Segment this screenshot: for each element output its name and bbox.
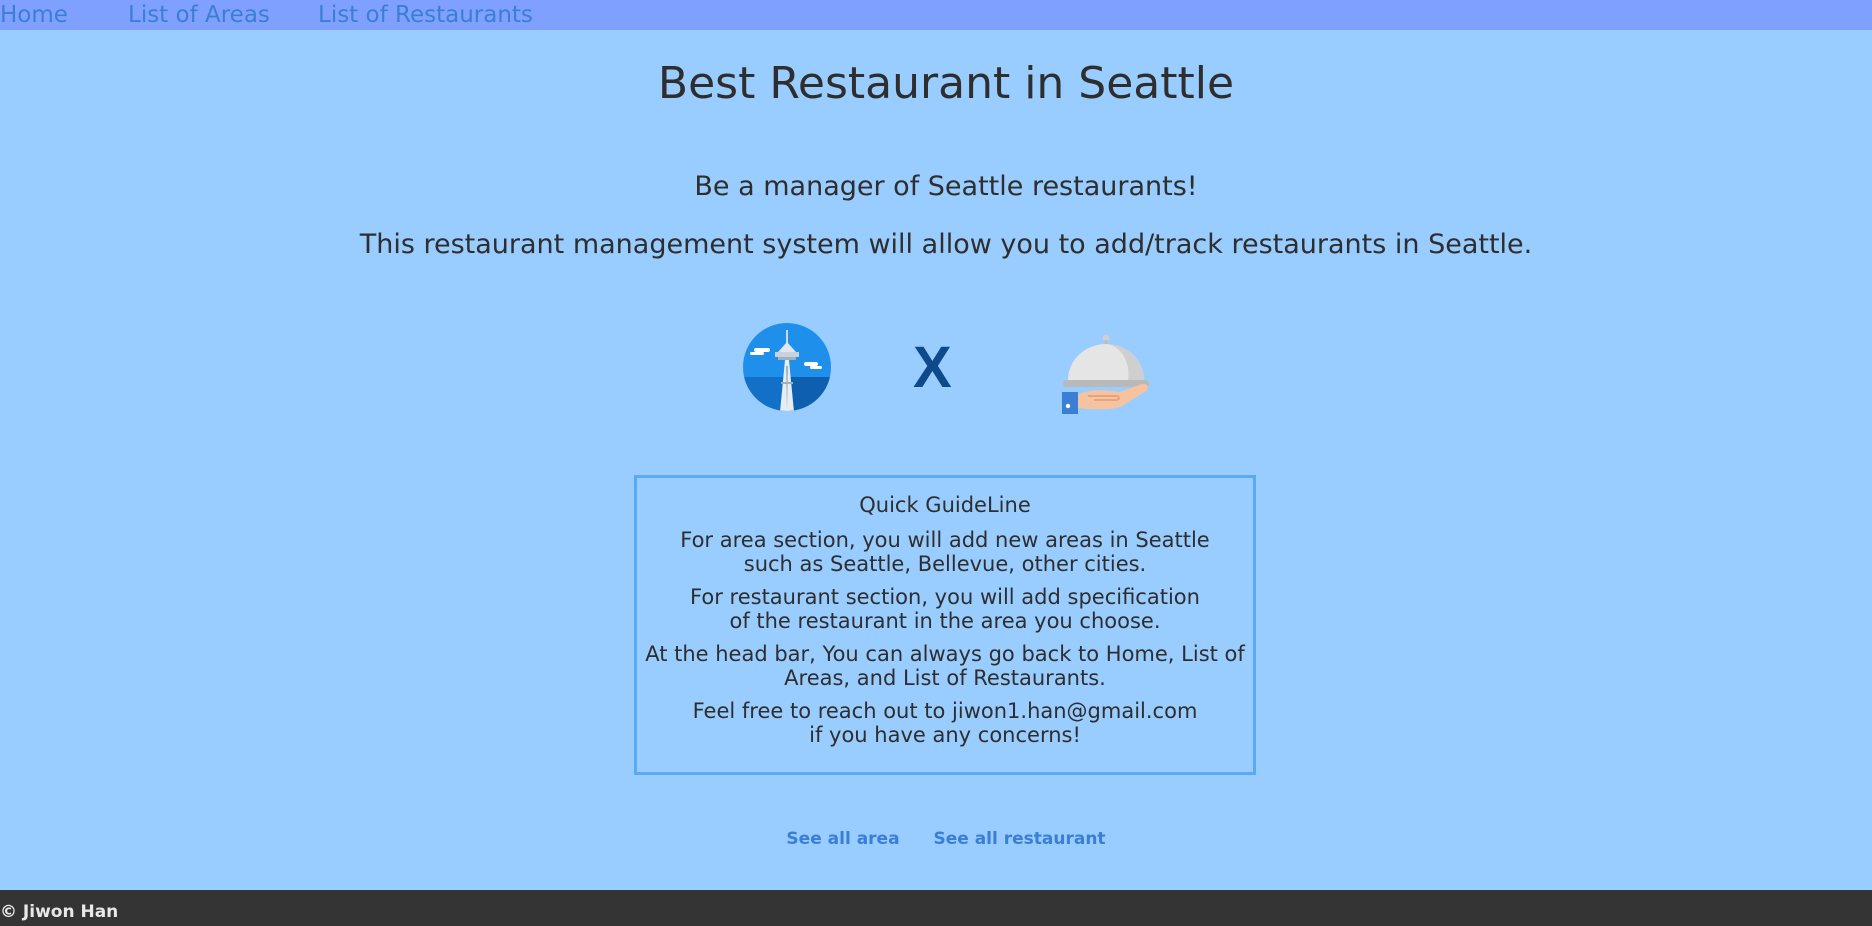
nav-restaurants-link[interactable]: List of Restaurants (318, 1, 533, 29)
page-description: This restaurant management system will a… (359, 229, 1533, 260)
separator-x: X (913, 335, 952, 400)
guideline-contact-text: Feel free to reach out to jiwon1.han@gma… (692, 699, 1198, 747)
page-title: Best Restaurant in Seattle (657, 58, 1235, 109)
page-subtitle: Be a manager of Seattle restaurants! (694, 171, 1198, 202)
footer: © Jiwon Han (0, 890, 1872, 926)
serving-cloche-icon (1062, 334, 1149, 414)
nav-home-link[interactable]: Home (0, 1, 68, 29)
guideline-navigation-text: At the head bar, You can always go back … (645, 642, 1245, 690)
guideline-area-text: For area section, you will add new areas… (680, 528, 1210, 576)
see-all-area-link[interactable]: See all area (786, 829, 899, 849)
top-navbar: Home List of Areas List of Restaurants (0, 0, 1872, 30)
hero-icon-row: X (0, 318, 1872, 428)
nav-areas-link[interactable]: List of Areas (128, 1, 270, 29)
space-needle-icon (743, 323, 831, 411)
copyright-text: © Jiwon Han (0, 902, 119, 922)
guideline-title: Quick GuideLine (859, 493, 1031, 517)
guideline-restaurant-text: For restaurant section, you will add spe… (690, 585, 1200, 633)
quick-links: See all area See all restaurant (0, 829, 1872, 849)
see-all-restaurant-link[interactable]: See all restaurant (933, 829, 1105, 849)
quick-guideline-box: Quick GuideLine For area section, you wi… (634, 475, 1256, 775)
